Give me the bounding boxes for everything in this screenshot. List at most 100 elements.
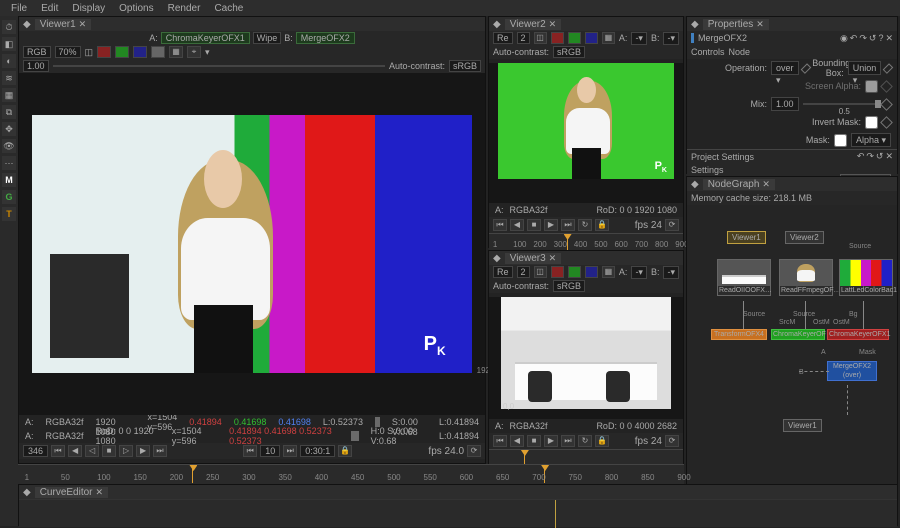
sync-icon[interactable]: ⟳ [665,435,679,447]
layer-select[interactable]: RGB [23,46,51,58]
clip-icon[interactable]: ◫ [534,266,547,278]
pin-icon[interactable]: ◆ [493,19,501,30]
step-back-icon[interactable]: ◁ [85,445,99,457]
pin-icon[interactable]: ◆ [23,19,31,30]
node-colorbars[interactable]: LattLedColorBac1 [839,259,893,296]
next-key-icon[interactable]: ⏭ [283,445,297,457]
clip-icon[interactable]: ◫ [85,47,94,58]
play-icon[interactable]: ▶ [544,435,558,447]
close-icon[interactable]: ✕ [885,151,893,162]
colorspace-select[interactable]: sRGB [553,280,585,292]
play-rev-icon[interactable]: ◀ [68,445,82,457]
nodegraph-tab[interactable]: NodeGraph ✕ [703,179,775,190]
tool-transform-icon[interactable]: ✥ [2,122,16,136]
close-icon[interactable]: ✕ [96,487,104,498]
menu-render[interactable]: Render [163,3,206,14]
viewer3-viewport[interactable]: 0,0 [489,297,683,419]
layer-select[interactable]: Re [493,32,513,44]
close-icon[interactable]: ✕ [549,19,557,30]
node-transform[interactable]: TransformOFX4 [711,329,767,340]
viewer2-tab[interactable]: Viewer2 ✕ [505,19,562,30]
bbox-select[interactable]: Union ▾ [848,61,882,75]
colorspace-select[interactable]: sRGB [553,46,585,58]
close-icon[interactable]: ✕ [762,179,770,190]
tool-color-icon[interactable]: ◐ [2,54,16,68]
lock-icon[interactable]: 🔒 [338,445,352,457]
proj-settings-tab[interactable]: Project Settings [691,152,754,162]
sync-icon[interactable]: ⟳ [665,219,679,231]
viewer3-tab[interactable]: Viewer3 ✕ [505,253,562,264]
keyframe-icon[interactable] [883,63,893,73]
node-readffmpeg[interactable]: ReadFFmpegOF… [779,259,833,296]
channel-select[interactable]: 2 [517,266,530,278]
keyframe-icon[interactable] [880,80,893,93]
mask-select[interactable]: Alpha ▾ [851,133,891,147]
tool-g[interactable]: G [2,190,16,204]
first-frame-icon[interactable]: ⏮ [493,219,507,231]
tool-merge-icon[interactable]: ⧉ [2,105,16,119]
help-icon[interactable]: ? [878,33,883,44]
screen-alpha-checkbox[interactable] [865,80,878,93]
last-frame-icon[interactable]: ⏭ [561,219,575,231]
node-merge[interactable]: MergeOFX2 (over) [827,361,877,381]
colorspace-select[interactable]: sRGB [449,60,481,72]
menu-file[interactable]: File [6,3,32,14]
crumb-node-b[interactable]: MergeOFX2 [296,32,355,44]
gain-field[interactable]: 1.00 [23,60,49,72]
a-select[interactable]: -▾ [631,266,647,279]
play-icon[interactable]: ▶ [136,445,150,457]
redo-icon[interactable]: ↷ [859,33,867,44]
range-field[interactable]: 0:30:1 [300,445,335,457]
reset-icon[interactable]: ↺ [876,151,884,162]
play-rev-icon[interactable]: ◀ [510,219,524,231]
stop-icon[interactable]: ■ [527,219,541,231]
step-field[interactable]: 10 [260,445,280,457]
first-frame-icon[interactable]: ⏮ [493,435,507,447]
tool-channel-icon[interactable]: ◧ [2,37,16,51]
undo-icon[interactable]: ↶ [850,33,858,44]
alpha-select[interactable]: 70% [55,46,81,58]
curve-playhead[interactable] [555,500,556,528]
pin-icon[interactable]: ◆ [691,179,699,190]
viewer2-tag[interactable]: Viewer2 [785,231,824,244]
prop-node-name[interactable]: MergeOFX2 [691,33,747,43]
menu-edit[interactable]: Edit [36,3,63,14]
close-icon[interactable]: ✕ [756,19,764,30]
viewer2-viewport[interactable]: PK [489,63,683,203]
checker-icon[interactable]: ▦ [602,32,615,44]
pin-icon[interactable]: ◆ [23,487,31,498]
node-readoiio[interactable]: ReadOIIOOFX… [717,259,771,296]
viewer1-tag[interactable]: Viewer1 [727,231,766,244]
b-toggle[interactable] [585,266,598,278]
nodegraph-canvas[interactable]: Viewer1 Viewer2 Source ReadOIIOOFX… Read… [687,205,897,525]
invert-checkbox[interactable] [865,116,878,129]
step-fwd-icon[interactable]: ▷ [119,445,133,457]
center-icon[interactable]: ◉ [840,33,848,44]
a-toggle[interactable] [151,46,165,58]
lock-icon[interactable]: 🔒 [595,219,609,231]
mix-value[interactable]: 1.00 [771,97,799,111]
viewer1-viewport[interactable]: PK 192 [19,73,485,415]
tool-m[interactable]: M [2,173,16,187]
checker-icon[interactable]: ▦ [169,46,183,58]
b-toggle[interactable] [585,32,598,44]
g-toggle[interactable] [568,32,581,44]
play-rev-icon[interactable]: ◀ [510,435,524,447]
picker-icon[interactable]: ⌖ [187,46,201,58]
layer-select[interactable]: Re [493,266,513,278]
menu-cache[interactable]: Cache [209,3,248,14]
viewer1-tab[interactable]: Viewer1 ✕ [35,19,92,30]
mask-checkbox[interactable] [834,134,847,147]
menu-options[interactable]: Options [114,3,158,14]
wipe-select[interactable]: Wipe [253,32,282,44]
chevron-down-icon[interactable]: ▾ [205,47,210,58]
last-frame-icon[interactable]: ⏭ [153,445,167,457]
b-select[interactable]: -▾ [663,32,679,45]
operation-select[interactable]: over ▾ [771,61,799,75]
b-select[interactable]: -▾ [663,266,679,279]
subtab-controls[interactable]: Controls [691,47,725,57]
checker-icon[interactable]: ▦ [602,266,615,278]
stop-icon[interactable]: ■ [527,435,541,447]
viewer1-node[interactable]: Viewer1 [783,419,822,432]
a-select[interactable]: -▾ [631,32,647,45]
